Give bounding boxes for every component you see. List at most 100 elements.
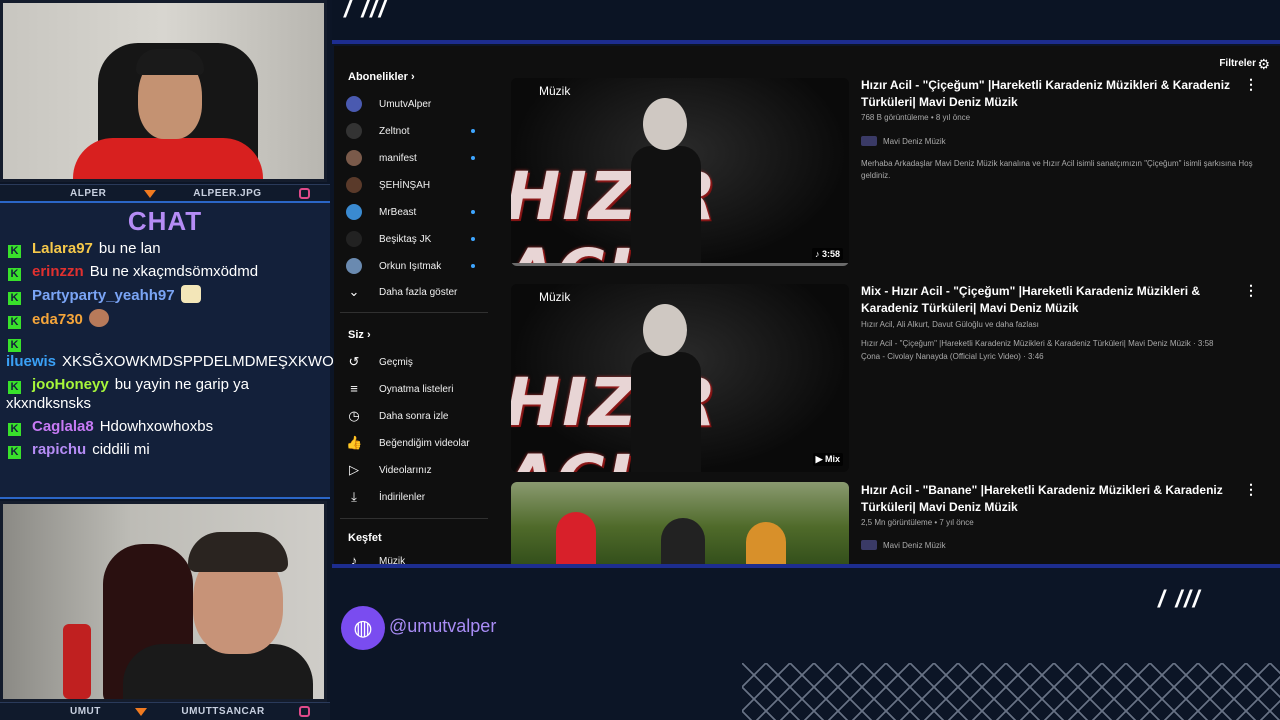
chat-text: bu ne lan (98, 240, 161, 257)
chat-message: Krapichu ciddili mi (0, 438, 330, 461)
kick-badge-icon: K (8, 292, 21, 305)
sidebar-item-you[interactable]: ◷ Daha sonra izle (346, 405, 486, 427)
cam-bottom-left-label: UMUT (70, 706, 101, 717)
chat-username: Partyparty_yeahh97 (32, 287, 175, 304)
channel-avatar (861, 540, 877, 550)
chat-username: erinzzn (32, 263, 84, 280)
mix-track[interactable]: Çona - Civolay Nanayda (Official Lyric V… (861, 352, 1044, 361)
sidebar-item-music[interactable]: ♪ Müzik (346, 550, 486, 564)
new-content-dot (471, 210, 475, 214)
social-handle: @umutvalper (389, 616, 497, 636)
video-meta: Hızır Acil, Ali Alkurt, Davut Güloğlu ve… (861, 320, 1039, 329)
progress-bar (511, 263, 849, 266)
thumbnail-man (631, 98, 701, 266)
new-content-dot (471, 237, 475, 241)
hair (136, 49, 204, 75)
thumbnail-label: Müzik (539, 84, 571, 98)
red-shirt (73, 138, 263, 179)
triangle-icon (135, 707, 148, 716)
chat-message: Keda730 (0, 307, 330, 331)
chat-panel: CHAT K Lalara97 bu ne lan Kerinzzn Bu ne xka… (0, 201, 345, 499)
triangle-icon (143, 189, 156, 198)
video-title[interactable]: Hızır Acil - "Çiçeğum" |Hareketli Karade… (861, 77, 1231, 111)
video-icon: ▷ (349, 462, 359, 477)
subscription-label: MrBeast (379, 206, 417, 218)
sidebar-item-you[interactable]: ⤓ İndirilenler (346, 486, 486, 508)
sidebar-item-subscription[interactable]: ŞEHİNŞAH (346, 174, 486, 196)
webcam-top (0, 0, 327, 182)
chat-username: rapichu (32, 441, 87, 458)
kick-badge-icon: K (8, 268, 21, 281)
chevron-down-icon: ⌄ (348, 284, 360, 299)
youtube-sidebar: Abonelikler › UmutvAlper Zeltnot manifest Ş… (334, 46, 494, 564)
webcam-bottom (0, 501, 327, 702)
sliders-icon[interactable]: ⚙ (1257, 56, 1270, 73)
kick-badge-icon: K (8, 446, 21, 459)
chat-text: Bu ne xkaçmdsömxödmd (89, 263, 259, 280)
history-icon: ↺ (348, 354, 360, 369)
cam-top-left-label: ALPER (70, 188, 107, 199)
globe-icon: ◍ (341, 606, 385, 650)
chat-message: KjooHoneyy bu yayin ne garip ya xkxndksns… (0, 373, 330, 415)
channel-avatar (346, 204, 362, 220)
sidebar-item-subscription[interactable]: MrBeast (346, 201, 486, 223)
channel-link[interactable]: Mavi Deniz Müzik (861, 540, 946, 550)
instagram-icon (298, 188, 310, 199)
sidebar-item-you[interactable]: 👍 Beğendiğim videolar (346, 432, 486, 454)
chat-title: CHAT (127, 206, 203, 236)
chat-username: Caglala8 (32, 418, 94, 435)
mix-track[interactable]: Hızır Acil - "Çiçeğum" |Hareketli Karade… (861, 339, 1213, 348)
more-options-icon[interactable]: ⋮ (1244, 282, 1258, 299)
chat-message: Kiluewis XKSĞXOWKMDSPPDELMDMEŞXKWOD (0, 331, 345, 373)
thumbnail-person (556, 512, 596, 564)
music-note-icon: ♪ (350, 553, 358, 564)
new-content-dot (471, 264, 475, 268)
sidebar-item-you[interactable]: ↺ Geçmiş (346, 351, 486, 373)
sidebar-item-subscription[interactable]: UmutvAlper (346, 93, 486, 115)
sidebar-item-subscription[interactable]: Orkun Işıtmak (346, 255, 486, 277)
video-meta: 768 B görüntüleme • 8 yıl önce (861, 113, 971, 122)
divider (340, 518, 488, 519)
mix-badge: ▶ Mix (812, 453, 843, 466)
clock-icon: ◷ (348, 408, 360, 423)
cam-bottom-right-label: UMUTTSANCAR (181, 706, 265, 717)
bottom-banner: ◍ @umutvalper / /// (332, 568, 1280, 720)
sidebar-item-subscription[interactable]: manifest (346, 147, 486, 169)
subscriptions-header[interactable]: Abonelikler › (348, 71, 415, 83)
more-options-icon[interactable]: ⋮ (1244, 481, 1258, 498)
sidebar-item-subscription[interactable]: Zeltnot (346, 120, 486, 142)
chat-message: Kerinzzn Bu ne xkaçmdsömxödmd (0, 260, 330, 283)
filters-button[interactable]: Filtreler (1219, 58, 1256, 69)
thumbnail-person (746, 522, 786, 564)
channel-link[interactable]: Mavi Deniz Müzik (861, 136, 946, 146)
channel-avatar (861, 136, 877, 146)
video-thumbnail[interactable]: HIZIR ACIL Müzik ♪ 3:58 (511, 78, 849, 266)
chat-username: eda730 (32, 311, 83, 328)
hair (188, 532, 288, 572)
subscription-label: ŞEHİNŞAH (379, 179, 431, 191)
show-more-button[interactable]: ⌄ Daha fazla göster (346, 281, 486, 303)
you-header[interactable]: Siz › (348, 329, 371, 341)
channel-avatar (346, 231, 362, 247)
sidebar-item-you[interactable]: ≡ Oynatma listeleri (346, 378, 486, 400)
emote-icon (88, 309, 109, 327)
emote-icon (180, 285, 201, 303)
thumbnail-label: Müzik (539, 290, 571, 304)
channel-avatar (346, 258, 362, 274)
kick-badge-icon: K (8, 423, 21, 436)
top-divider (332, 40, 1280, 44)
video-thumbnail[interactable] (511, 482, 849, 564)
channel-avatar (346, 177, 362, 193)
video-thumbnail[interactable]: HIZIR ACIL Müzik ▶ Mix (511, 284, 849, 472)
video-title[interactable]: Hızır Acil - "Banane" |Hareketli Karaden… (861, 482, 1231, 516)
sidebar-item-subscription[interactable]: Beşiktaş JK (346, 228, 486, 250)
chat-username: jooHoneyy (32, 376, 109, 393)
thumbnail-man (631, 304, 701, 472)
video-title[interactable]: Mix - Hızır Acil - "Çiçeğum" |Hareketli … (861, 283, 1231, 317)
more-options-icon[interactable]: ⋮ (1244, 76, 1258, 93)
sidebar-item-you[interactable]: ▷ Videolarınız (346, 459, 486, 481)
cam-bottom-namebar: UMUT UMUTTSANCAR (0, 702, 330, 720)
video-meta: 2,5 Mn görüntüleme • 7 yıl önce (861, 518, 974, 527)
subscription-label: UmutvAlper (379, 98, 432, 110)
subscription-label: Orkun Işıtmak (379, 260, 442, 272)
